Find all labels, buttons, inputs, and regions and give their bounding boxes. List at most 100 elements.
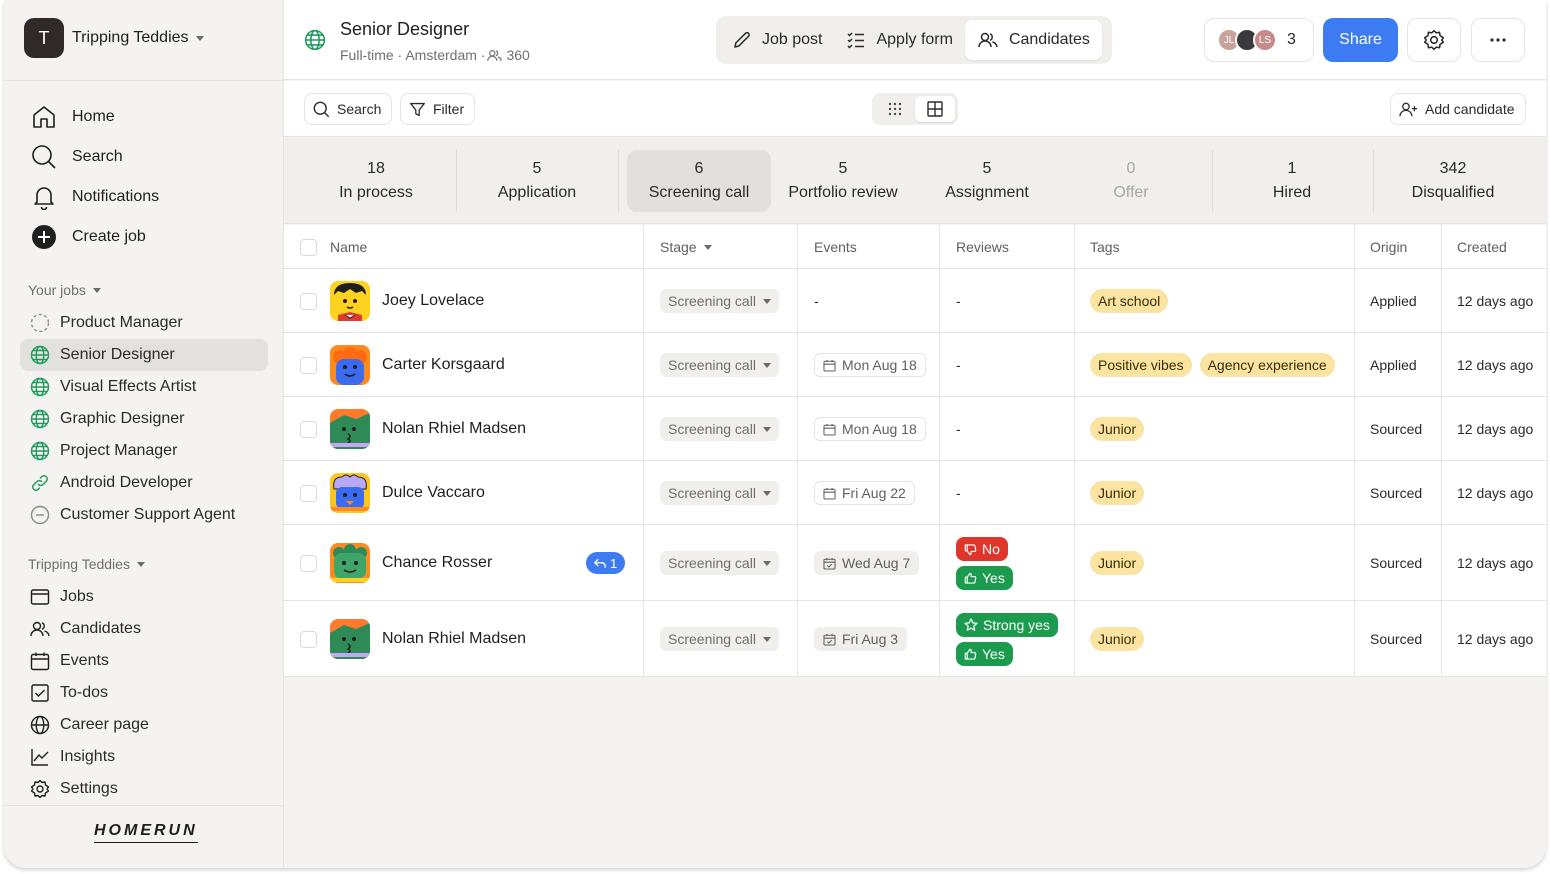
search-button[interactable]: Search bbox=[304, 93, 393, 125]
column-stage[interactable]: Stage bbox=[660, 225, 712, 269]
reply-count-badge[interactable]: 1 bbox=[586, 552, 626, 574]
review-badge-strong-yes[interactable]: Strong yes bbox=[956, 613, 1058, 637]
more-button[interactable] bbox=[1471, 18, 1525, 62]
board-view-button[interactable] bbox=[875, 96, 915, 122]
column-events[interactable]: Events bbox=[814, 225, 857, 269]
nav-career-page[interactable]: Career page bbox=[30, 709, 149, 741]
event-pill[interactable]: Mon Aug 18 bbox=[814, 353, 926, 377]
stage-select[interactable]: Screening call bbox=[660, 551, 779, 575]
nav-candidates[interactable]: Candidates bbox=[30, 613, 149, 645]
share-button[interactable]: Share bbox=[1323, 18, 1398, 62]
column-created[interactable]: Created bbox=[1457, 225, 1507, 269]
stage-application[interactable]: 5 Application bbox=[465, 150, 609, 212]
candidate-cell[interactable]: Chance Rosser bbox=[330, 525, 492, 601]
company-header[interactable]: Tripping Teddies bbox=[28, 556, 145, 572]
your-jobs-title: Your jobs bbox=[28, 282, 86, 298]
table-row[interactable]: Nolan Rhiel Madsen Screening call Fri Au… bbox=[284, 601, 1546, 677]
gear-icon bbox=[30, 779, 50, 799]
settings-button[interactable] bbox=[1407, 18, 1461, 62]
table-row[interactable]: Carter Korsgaard Screening call Mon Aug … bbox=[284, 333, 1546, 397]
stage-select[interactable]: Screening call bbox=[660, 481, 779, 505]
select-all-checkbox[interactable] bbox=[300, 238, 317, 256]
nav-create-job-label: Create job bbox=[72, 228, 146, 245]
stage-select[interactable]: Screening call bbox=[660, 417, 779, 441]
tab-apply-form[interactable]: Apply form bbox=[834, 20, 964, 60]
candidate-cell[interactable]: Nolan Rhiel Madsen bbox=[330, 601, 526, 677]
row-checkbox[interactable] bbox=[300, 630, 317, 648]
calendar-icon bbox=[30, 651, 50, 671]
candidate-name: Carter Korsgaard bbox=[382, 356, 505, 373]
stage-separator bbox=[1373, 150, 1374, 212]
stage-hired[interactable]: 1 Hired bbox=[1220, 150, 1364, 212]
table-row[interactable]: Joey Lovelace Screening call - - Art sch… bbox=[284, 269, 1546, 333]
stage-screening-call[interactable]: 6 Screening call bbox=[627, 150, 771, 212]
candidate-cell[interactable]: Dulce Vaccaro bbox=[330, 461, 485, 525]
stage-select[interactable]: Screening call bbox=[660, 289, 779, 313]
job-item-senior-designer[interactable]: Senior Designer bbox=[20, 339, 268, 371]
pencil-icon bbox=[732, 30, 752, 50]
table-row[interactable]: Chance Rosser 1 Screening call Wed Aug 7 bbox=[284, 525, 1546, 601]
job-item-product-manager[interactable]: Product Manager bbox=[20, 307, 268, 339]
stage-select[interactable]: Screening call bbox=[660, 353, 779, 377]
column-tags[interactable]: Tags bbox=[1090, 225, 1120, 269]
app-window: T Tripping Teddies Home Search Notificat… bbox=[4, 0, 1546, 868]
tab-job-post[interactable]: Job post bbox=[720, 20, 834, 60]
job-item-customer-support-agent[interactable]: Customer Support Agent bbox=[20, 499, 268, 531]
event-pill[interactable]: Fri Aug 3 bbox=[814, 627, 908, 651]
column-name[interactable]: Name bbox=[330, 225, 367, 269]
stage-assignment[interactable]: 5 Assignment bbox=[915, 150, 1059, 212]
column-origin[interactable]: Origin bbox=[1370, 225, 1407, 269]
candidate-cell[interactable]: Joey Lovelace bbox=[330, 269, 484, 333]
event-pill[interactable]: Mon Aug 18 bbox=[814, 417, 926, 441]
table-view-button[interactable] bbox=[915, 96, 955, 122]
filter-button[interactable]: Filter bbox=[400, 93, 476, 125]
job-item-project-manager[interactable]: Project Manager bbox=[20, 435, 268, 467]
stage-portfolio-review[interactable]: 5 Portfolio review bbox=[771, 150, 915, 212]
row-checkbox[interactable] bbox=[300, 554, 317, 572]
stage-disqualified[interactable]: 342 Disqualified bbox=[1381, 150, 1525, 212]
event-pill[interactable]: Wed Aug 7 bbox=[814, 551, 920, 575]
stage-select[interactable]: Screening call bbox=[660, 627, 779, 651]
stage-offer[interactable]: 0 Offer bbox=[1059, 150, 1203, 212]
nav-jobs[interactable]: Jobs bbox=[30, 581, 149, 613]
row-checkbox[interactable] bbox=[300, 484, 317, 502]
table-row[interactable]: Dulce Vaccaro Screening call Fri Aug 22 … bbox=[284, 461, 1546, 525]
candidate-cell[interactable]: Carter Korsgaard bbox=[330, 333, 505, 397]
review-badge-no[interactable]: No bbox=[956, 537, 1008, 561]
job-item-graphic-designer[interactable]: Graphic Designer bbox=[20, 403, 268, 435]
stage-count: 342 bbox=[1439, 160, 1467, 177]
stage-label: Screening call bbox=[648, 184, 750, 201]
nav-todos[interactable]: To-dos bbox=[30, 677, 149, 709]
table-row[interactable]: Nolan Rhiel Madsen Screening call Mon Au… bbox=[284, 397, 1546, 461]
nav-settings[interactable]: Settings bbox=[30, 773, 149, 805]
workspace-switcher[interactable]: T Tripping Teddies bbox=[24, 18, 204, 58]
nav-notifications[interactable]: Notifications bbox=[30, 177, 159, 217]
row-checkbox[interactable] bbox=[300, 292, 317, 310]
review-badge-yes[interactable]: Yes bbox=[956, 566, 1013, 590]
nav-create-job[interactable]: Create job bbox=[30, 217, 159, 257]
created: 12 days ago bbox=[1457, 293, 1534, 309]
nav-events[interactable]: Events bbox=[30, 645, 149, 677]
job-item-visual-effects-artist[interactable]: Visual Effects Artist bbox=[20, 371, 268, 403]
stage-label: In process bbox=[339, 184, 413, 201]
tag: Junior bbox=[1090, 627, 1145, 651]
tag: Junior bbox=[1090, 551, 1145, 575]
table-icon bbox=[927, 101, 943, 117]
add-candidate-button[interactable]: Add candidate bbox=[1390, 93, 1526, 125]
column-reviews[interactable]: Reviews bbox=[956, 225, 1009, 269]
nav-home[interactable]: Home bbox=[30, 97, 159, 137]
event-date: Fri Aug 3 bbox=[842, 631, 899, 647]
nav-insights[interactable]: Insights bbox=[30, 741, 149, 773]
candidate-cell[interactable]: Nolan Rhiel Madsen bbox=[330, 397, 526, 461]
job-item-android-developer[interactable]: Android Developer bbox=[20, 467, 268, 499]
review-badge-yes[interactable]: Yes bbox=[956, 642, 1013, 666]
collaborators-button[interactable]: JL LS 3 bbox=[1204, 18, 1314, 62]
row-checkbox[interactable] bbox=[300, 356, 317, 374]
nav-search[interactable]: Search bbox=[30, 137, 159, 177]
tab-candidates[interactable]: Candidates bbox=[964, 20, 1102, 60]
stage-in-process[interactable]: 18 In process bbox=[304, 150, 448, 212]
your-jobs-header[interactable]: Your jobs bbox=[28, 282, 101, 298]
event-pill[interactable]: Fri Aug 22 bbox=[814, 481, 915, 505]
main-content: Senior Designer Full-time · Amsterdam · … bbox=[284, 0, 1546, 868]
row-checkbox[interactable] bbox=[300, 420, 317, 438]
